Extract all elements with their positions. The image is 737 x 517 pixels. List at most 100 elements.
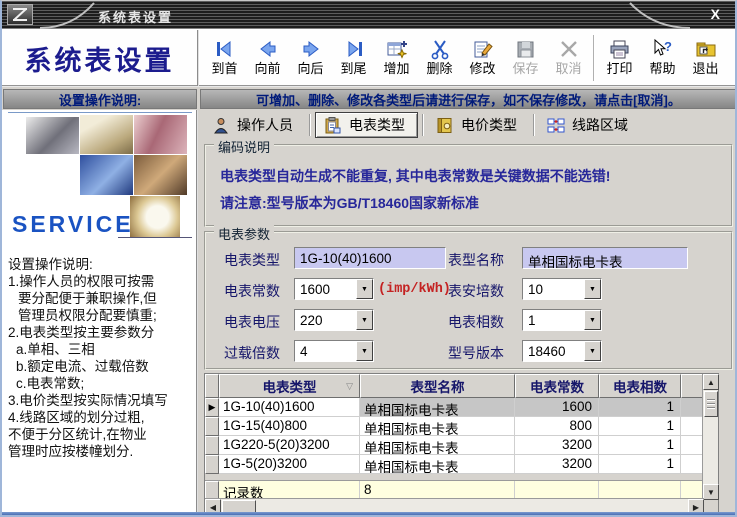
grid-header-cell[interactable]: 电表类型 ▽: [219, 374, 360, 398]
toolbar-button-help[interactable]: ? 帮助: [641, 32, 684, 84]
overload-combo[interactable]: 4 ▼: [294, 340, 374, 362]
first-record-icon: [213, 36, 237, 62]
grid-cell: 1G-5(20)3200: [219, 455, 360, 474]
grid-cell: 单相国标电卡表: [360, 398, 515, 417]
instruction-line: 要分配便于兼职操作,但: [8, 290, 198, 307]
tab-price-type[interactable]: 电价类型: [428, 112, 529, 138]
grid-cell: 1G220-5(20)3200: [219, 436, 360, 455]
grid-header-cell[interactable]: 电表常数: [515, 374, 599, 398]
field-label: 电表相数: [448, 312, 504, 332]
sidebar-header: 设置操作说明:: [3, 89, 197, 109]
toolbar-button-cancel[interactable]: 取消: [547, 32, 590, 84]
scroll-left-button[interactable]: ◀: [205, 499, 221, 515]
tab-operators[interactable]: 操作人员: [204, 112, 305, 138]
table-row[interactable]: ▶ 1G-10(40)1600 单相国标电卡表 1600 1: [205, 398, 718, 417]
field-label: 电表类型: [224, 250, 280, 270]
save-disk-icon: [514, 36, 538, 62]
instruction-line: 2.电表类型按主要参数分: [8, 324, 198, 341]
grid-cell: 1: [599, 417, 681, 436]
grid-cell: [681, 455, 704, 474]
chevron-down-icon[interactable]: ▼: [356, 310, 373, 330]
toolbar-button-delete[interactable]: 删除: [418, 32, 461, 84]
table-row[interactable]: 1G-5(20)3200 单相国标电卡表 3200 1: [205, 455, 718, 474]
toolbar-button-print[interactable]: 打印: [598, 32, 641, 84]
tab-divider: [533, 114, 535, 136]
grid-header-cell[interactable]: 电表相数: [599, 374, 681, 398]
row-indicator: [205, 436, 219, 455]
chevron-down-icon[interactable]: ▼: [584, 310, 601, 330]
content-area: SERVICE 设置操作说明: 1.操作人员的权限可按需 要分配便于兼职操作,但…: [2, 110, 737, 515]
chevron-down-icon[interactable]: ▼: [584, 279, 601, 299]
grid-cell: 单相国标电卡表: [360, 455, 515, 474]
grid-cell: [681, 417, 704, 436]
horizontal-scrollbar[interactable]: ◀ ▶: [205, 498, 704, 514]
scroll-right-button[interactable]: ▶: [688, 499, 704, 515]
grid-cell: 1: [599, 436, 681, 455]
tab-label: 电表类型: [349, 115, 405, 135]
close-button[interactable]: X: [708, 6, 723, 22]
params-box-title: 电表参数: [214, 224, 274, 243]
main-panel: 操作人员 电表类型 电价类型 线路区域: [200, 110, 737, 515]
grid-header-filler: [681, 374, 704, 398]
toolbar-button-prev[interactable]: 向前: [246, 32, 289, 84]
phase-combo[interactable]: 1 ▼: [522, 309, 602, 331]
chevron-down-icon[interactable]: ▼: [584, 341, 601, 361]
toolbar-button-modify[interactable]: 修改: [461, 32, 504, 84]
grid-gap: [205, 474, 718, 481]
instruction-line: b.额定电流、过载倍数: [8, 358, 198, 375]
instruction-line: 设置操作说明:: [8, 256, 198, 273]
scroll-down-button[interactable]: ▼: [703, 484, 719, 500]
meter-constant-combo[interactable]: 1600 ▼: [294, 278, 374, 300]
modify-edit-icon: [471, 36, 495, 62]
tab-bar: 操作人员 电表类型 电价类型 线路区域: [204, 111, 640, 139]
table-row[interactable]: 1G220-5(20)3200 单相国标电卡表 3200 1: [205, 436, 718, 455]
grid-cell: 1G-15(40)800: [219, 417, 360, 436]
scroll-thumb[interactable]: [222, 500, 256, 514]
chevron-down-icon[interactable]: ▼: [356, 341, 373, 361]
photo-watchbands: [134, 155, 187, 195]
photo-clips: [134, 115, 187, 154]
vertical-scrollbar[interactable]: ▲ ▼: [702, 374, 718, 500]
ampere-combo[interactable]: 10 ▼: [522, 278, 602, 300]
combo-value: 4: [295, 341, 356, 361]
scroll-up-button[interactable]: ▲: [703, 374, 719, 390]
add-record-icon: [385, 36, 409, 62]
meter-params-box: 电表参数 电表类型 1G-10(40)1600 表型名称 单相国标电卡表 电表常…: [204, 231, 733, 370]
toolbar-button-next[interactable]: 向后: [289, 32, 332, 84]
coding-note-line2: 请注意:型号版本为GB/T18460国家新标准: [220, 193, 479, 213]
field-label: 电表电压: [224, 312, 280, 332]
combo-value: 220: [295, 310, 356, 330]
chevron-down-icon[interactable]: ▼: [356, 279, 373, 299]
field-label: 电表常数: [224, 281, 280, 301]
coding-note-line1: 电表类型自动生成不能重复, 其中电表常数是关键数据不能选错!: [220, 166, 610, 186]
meter-type-field[interactable]: 1G-10(40)1600: [294, 247, 446, 269]
grid-cell: 800: [515, 417, 599, 436]
service-text: SERVICE: [12, 211, 134, 238]
grid-cell: 1: [599, 398, 681, 417]
svg-text:?: ?: [664, 39, 672, 54]
toolbar-button-first[interactable]: 到首: [203, 32, 246, 84]
person-icon: [212, 117, 230, 134]
toolbar-button-add[interactable]: 增加: [375, 32, 418, 84]
coding-notes-box: 编码说明 电表类型自动生成不能重复, 其中电表常数是关键数据不能选错! 请注意:…: [204, 144, 733, 227]
toolbar-button-exit[interactable]: 退出: [684, 32, 727, 84]
section-headers: 设置操作说明: 可增加、删除、修改各类型后请进行保存，如不保存修改，请点击[取消…: [2, 89, 735, 109]
meter-grid: 电表类型 ▽ 表型名称 电表常数 电表相数 ▶ 1G-10(40)1600 单相…: [204, 373, 719, 515]
toolbar-separator: [593, 35, 595, 81]
grid-cell: 1G-10(40)1600: [219, 398, 360, 417]
table-row[interactable]: 1G-15(40)800 单相国标电卡表 800 1: [205, 417, 718, 436]
toolbar-button-save[interactable]: 保存: [504, 32, 547, 84]
model-version-combo[interactable]: 18460 ▼: [522, 340, 602, 362]
grid-header-row: 电表类型 ▽ 表型名称 电表常数 电表相数: [205, 374, 718, 398]
sidebar: SERVICE 设置操作说明: 1.操作人员的权限可按需 要分配便于兼职操作,但…: [2, 110, 198, 515]
grid-cell: 单相国标电卡表: [360, 436, 515, 455]
toolbar-button-last[interactable]: 到尾: [332, 32, 375, 84]
window-title: 系统表设置: [98, 7, 173, 26]
voltage-combo[interactable]: 220 ▼: [294, 309, 374, 331]
meter-name-field[interactable]: 单相国标电卡表: [522, 247, 688, 269]
scroll-thumb[interactable]: [704, 391, 718, 417]
tab-line-region[interactable]: 线路区域: [539, 112, 640, 138]
grid-header-cell[interactable]: 表型名称: [360, 374, 515, 398]
tab-meter-type[interactable]: 电表类型: [315, 112, 418, 138]
grid-cell: [681, 398, 704, 417]
